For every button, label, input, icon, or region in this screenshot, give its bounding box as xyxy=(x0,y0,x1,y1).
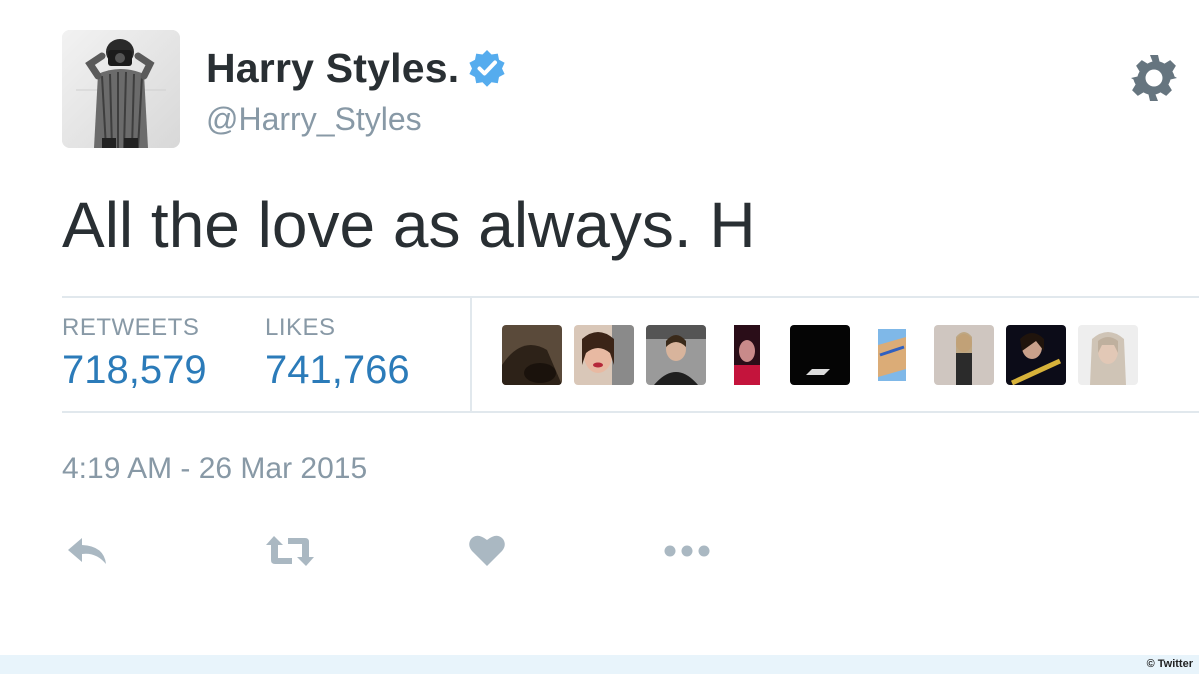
liker-avatar[interactable] xyxy=(862,325,922,385)
liker-avatar[interactable] xyxy=(646,325,706,385)
liker-avatar[interactable] xyxy=(790,325,850,385)
retweet-icon[interactable] xyxy=(264,530,316,572)
likes-count: 741,766 xyxy=(265,348,410,392)
verified-badge-icon xyxy=(467,48,507,88)
reply-icon[interactable] xyxy=(64,530,110,572)
gear-icon[interactable] xyxy=(1128,52,1180,104)
image-credit: © Twitter xyxy=(1146,658,1193,670)
tweet-timestamp[interactable]: 4:19 AM - 26 Mar 2015 xyxy=(62,452,367,486)
like-icon[interactable] xyxy=(467,530,507,572)
user-handle[interactable]: @Harry_Styles xyxy=(206,101,422,138)
liker-avatar[interactable] xyxy=(718,325,778,385)
liker-avatar[interactable] xyxy=(1006,325,1066,385)
profile-avatar[interactable] xyxy=(62,30,180,148)
retweets-stat[interactable]: RETWEETS 718,579 xyxy=(62,314,207,393)
liker-avatar[interactable] xyxy=(574,325,634,385)
avatar-image xyxy=(62,30,180,148)
more-icon[interactable] xyxy=(660,530,714,572)
divider-bottom xyxy=(62,411,1199,413)
divider-top xyxy=(62,296,1199,298)
likes-label: LIKES xyxy=(265,314,336,341)
bottom-strip xyxy=(0,655,1199,674)
liker-avatar[interactable] xyxy=(934,325,994,385)
name-row: Harry Styles. xyxy=(206,42,507,94)
divider-vertical xyxy=(470,297,472,412)
liker-avatars xyxy=(502,325,1138,385)
retweets-label: RETWEETS xyxy=(62,314,200,341)
display-name[interactable]: Harry Styles. xyxy=(206,45,459,92)
tweet-text: All the love as always. H xyxy=(62,189,756,261)
action-bar xyxy=(0,530,800,574)
liker-avatar[interactable] xyxy=(1078,325,1138,385)
retweets-count: 718,579 xyxy=(62,348,207,392)
liker-avatar[interactable] xyxy=(502,325,562,385)
likes-stat[interactable]: LIKES 741,766 xyxy=(265,314,410,393)
